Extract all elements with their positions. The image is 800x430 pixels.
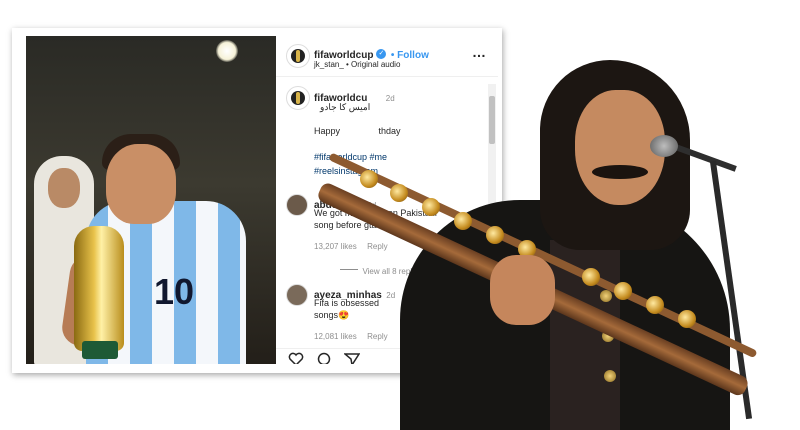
instrument-bead: [486, 226, 504, 244]
fifa-avatar[interactable]: [286, 44, 310, 68]
singer-hand: [490, 255, 555, 325]
background-person-head: [48, 168, 80, 208]
heart-icon[interactable]: [288, 352, 304, 364]
instrument-bead: [678, 310, 696, 328]
comment-icon[interactable]: [316, 352, 332, 364]
coat-button: [600, 290, 612, 302]
instrument-bead: [360, 170, 378, 188]
instrument-bead: [422, 198, 440, 216]
comment-2-text-2: songs😍: [314, 310, 350, 320]
jersey-number: 10: [154, 271, 195, 312]
share-icon[interactable]: [344, 352, 360, 364]
instrument-bead: [390, 184, 408, 202]
commenter-avatar[interactable]: [286, 194, 308, 216]
post-photo: 10: [26, 36, 276, 364]
caption-birthday-part1: Happy: [314, 126, 341, 136]
world-cup-trophy: [74, 226, 124, 351]
trophy-base: [82, 341, 118, 359]
coat-button: [604, 370, 616, 382]
comment-2-likes[interactable]: 12,081 likes: [314, 332, 357, 341]
player-head: [106, 144, 176, 224]
instrument-bead: [614, 282, 632, 300]
replies-line: [340, 269, 358, 271]
singer-mustache: [592, 165, 648, 179]
stadium-light: [216, 40, 238, 62]
caption-urdu: امیس کا جادو: [320, 102, 371, 112]
instrument-bead: [582, 268, 600, 286]
commenter-avatar-2[interactable]: [286, 284, 308, 306]
instrument-bead: [646, 296, 664, 314]
instrument-bead: [454, 212, 472, 230]
caption-avatar[interactable]: [286, 86, 310, 110]
comment-1-likes[interactable]: 13,207 likes: [314, 242, 357, 251]
microphone: [650, 135, 678, 157]
singer-photo: [315, 40, 800, 430]
